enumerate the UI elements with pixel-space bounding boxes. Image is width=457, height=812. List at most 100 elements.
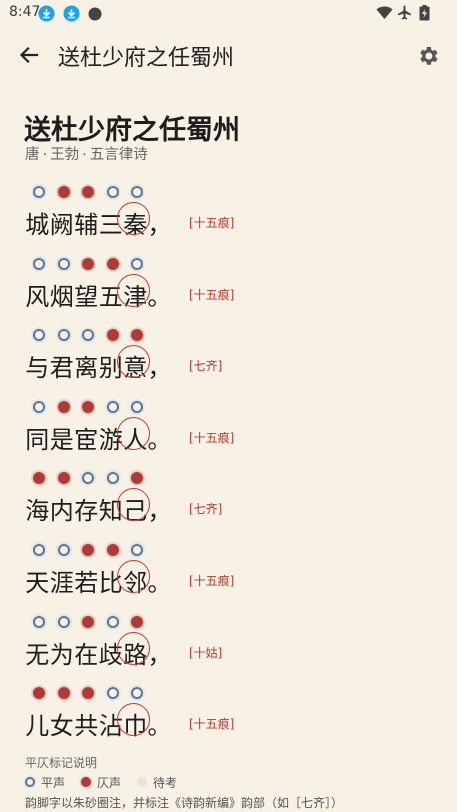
download-icon [38,5,55,26]
ze-tone-icon [57,400,70,413]
ze-tone-icon [82,400,94,413]
poem-line: 天涯若比邻。 [十五痕] [25,544,445,604]
ze-tone-icon [57,687,70,700]
poem-char: 在 [74,640,99,669]
line-text: 同是宦游人。 [25,416,172,455]
ze-tone-icon [82,687,94,700]
ze-tone-icon [82,615,94,628]
line-text: 城阙辅三秦， [25,202,172,240]
rhyme-char[interactable]: 津 [117,273,150,312]
ping-tone-icon [131,257,143,270]
poem-title: 送杜少府之任蜀州 [24,115,240,146]
legend-ze-label: 仄声 [97,776,122,790]
legend-title: 平仄标记说明 [25,756,98,770]
ping-tone-icon [57,544,70,556]
poem-char: 宦 [74,425,99,454]
status-bar: 8:47 [0,0,457,26]
ze-tone-icon [131,472,143,485]
wifi-icon [376,5,393,24]
ping-tone-icon [33,329,45,342]
ping-tone-icon [25,777,35,787]
settings-gear-icon[interactable] [416,44,440,68]
legend-ping-label: 平声 [41,776,66,790]
poem-char: 女 [49,712,74,741]
poem-char: 是 [49,425,74,454]
ze-tone-icon [106,544,119,556]
poem-char: 离 [74,354,99,383]
pending-tone-icon [137,777,147,787]
ze-tone-icon [131,329,143,342]
ze-tone-icon [33,472,45,485]
rhyme-char[interactable]: 邻 [117,560,150,598]
poem-char: 阙 [49,211,74,239]
punctuation: 。 [147,569,172,597]
app-bar-title: 送杜少府之任蜀州 [58,46,235,71]
ping-tone-icon [57,329,70,342]
poem-char: 儿 [25,712,50,741]
poem-char: 若 [74,569,99,597]
poem-char: 内 [49,497,74,526]
ping-tone-icon [106,186,119,198]
airplane-mode-icon [397,5,412,24]
ping-tone-icon [131,186,143,198]
ze-tone-icon [81,777,91,787]
ze-tone-icon [33,687,45,700]
rhyme-char[interactable]: 巾 [117,703,150,741]
download-icon [63,5,80,26]
ping-tone-icon [33,615,45,628]
notification-dot-icon [88,6,102,25]
poem-char: 存 [74,497,99,526]
rhyme-char[interactable]: 路 [117,631,150,670]
rhyme-group-tag: [七齐] [189,502,223,517]
ze-tone-icon [82,186,94,198]
poem-line: 与君离别意， [七齐] [25,329,445,389]
poem-line: 风烟望五津。 [十五痕] [25,257,445,318]
rhyme-group-tag: [十五痕] [189,717,235,732]
poem-char: 海 [25,497,50,526]
ping-tone-icon [82,329,94,342]
ze-tone-icon [57,186,70,198]
ping-tone-icon [33,257,45,270]
rhyme-group-tag: [十五痕] [189,430,235,445]
ping-tone-icon [82,472,94,485]
poem-form: 五言律诗 [89,147,148,163]
poem-char: 同 [25,425,50,454]
rhyme-group-tag: [十五痕] [189,287,235,302]
poem-char: 无 [25,640,50,669]
ping-tone-icon [33,544,45,556]
poem-char: 与 [25,354,50,383]
ping-tone-icon [131,544,143,556]
poem-char: 烟 [49,282,74,311]
poem-line: 儿女共沾巾。 [十五痕] [25,687,445,747]
legend-note: 韵脚字以朱砂圈注，并标注《诗韵新编》韵部（如［七齐］） [25,796,344,810]
poem-char: 君 [49,354,74,383]
poem-char: 城 [25,211,50,239]
ping-tone-icon [131,687,143,700]
poem-char: 共 [74,712,99,741]
punctuation: ， [147,211,172,239]
rhyme-char[interactable]: 意 [117,345,150,383]
back-arrow-icon[interactable] [16,42,42,68]
rhyme-group-tag: [十姑] [189,645,223,660]
punctuation: 。 [147,712,172,741]
rhyme-char[interactable]: 人 [117,416,150,455]
poem-char: 望 [74,282,99,311]
rhyme-group-tag: [七齐] [189,359,223,374]
ping-tone-icon [106,472,119,485]
rhyme-char[interactable]: 秦 [117,202,150,240]
punctuation: ， [147,640,172,669]
poem-line: 同是宦游人。 [十五痕] [25,400,445,461]
ze-tone-icon [106,329,119,342]
punctuation: ， [147,497,172,526]
ping-tone-icon [131,400,143,413]
rhyme-char[interactable]: 己 [117,488,150,526]
rhyme-group-tag: [十五痕] [189,574,235,588]
poem-char: 天 [25,569,50,597]
ze-tone-icon [82,544,94,556]
app-bar: 送杜少府之任蜀州 [0,28,457,84]
poem-line: 海内存知己， [七齐] [25,472,445,532]
poem-author: 王勃 [50,147,80,163]
ze-tone-icon [57,472,70,485]
poem-dynasty: 唐 [25,147,40,163]
ping-tone-icon [57,615,70,628]
